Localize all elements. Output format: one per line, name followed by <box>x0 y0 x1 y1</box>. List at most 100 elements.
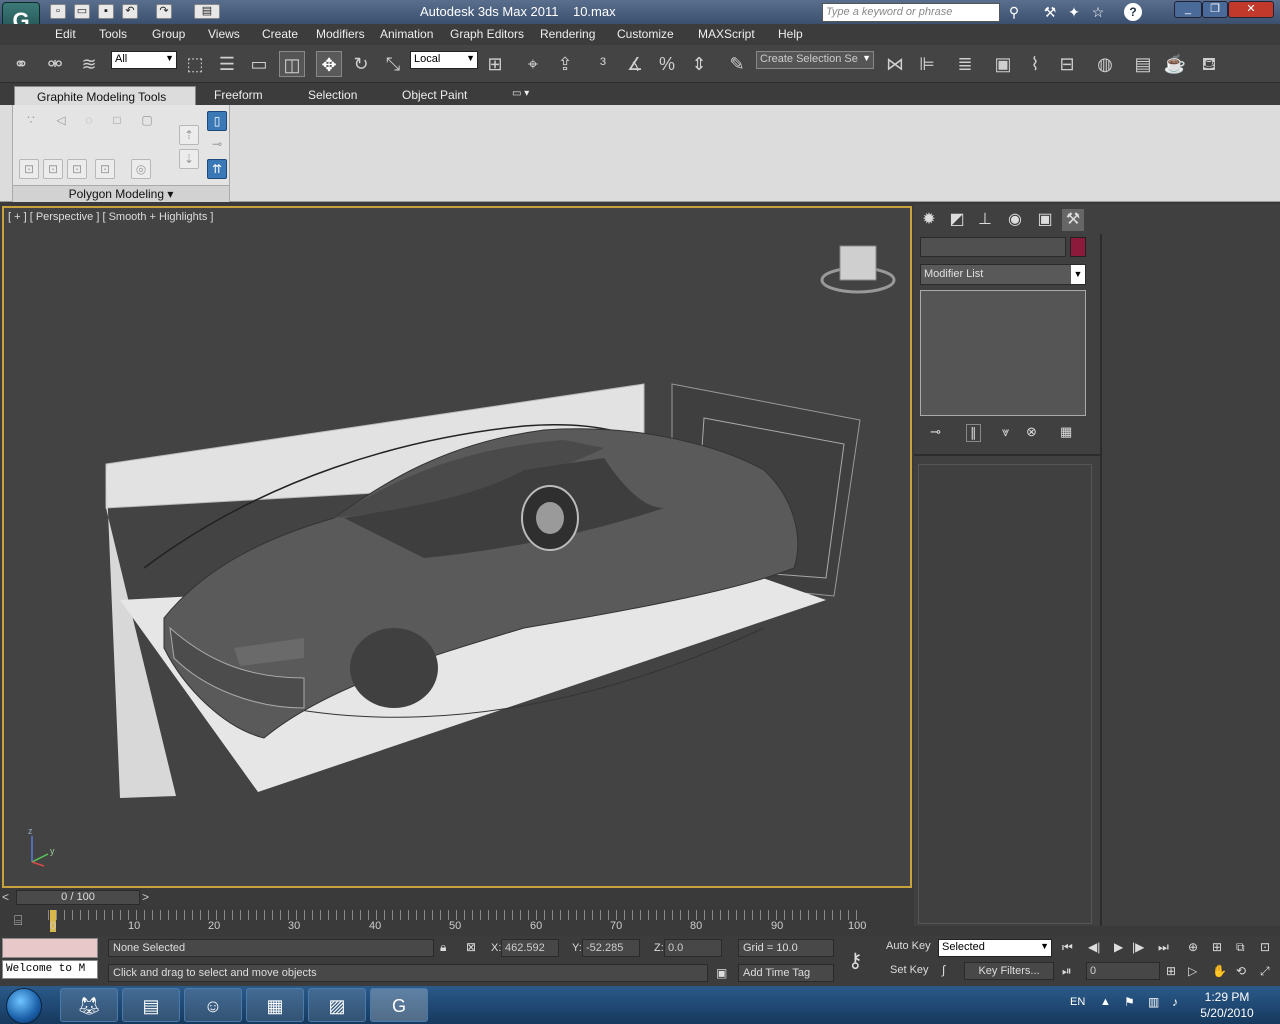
named-selection-dropdown[interactable]: Create Selection Se ▼ <box>756 51 874 69</box>
volume-icon[interactable]: ♪ <box>1172 995 1178 1009</box>
rectangular-selection-icon[interactable]: ▭ <box>246 51 272 77</box>
show-end-result-icon[interactable]: ∥ <box>966 424 981 442</box>
select-and-move-icon[interactable]: ✥ <box>316 51 342 77</box>
communication-center-icon[interactable]: ⚒ <box>1040 3 1060 21</box>
network-icon[interactable]: ▥ <box>1148 995 1159 1009</box>
maximize-button[interactable]: ❐ <box>1202 1 1228 18</box>
modifier-list-dropdown[interactable]: Modifier List ▼ <box>920 264 1086 285</box>
modify-tab-icon[interactable]: ◩ <box>946 209 968 231</box>
favorites-star-icon[interactable]: ☆ <box>1088 3 1108 21</box>
snaps-toggle-icon[interactable]: ³ <box>590 51 616 77</box>
modify-mode-icon[interactable]: ⊡ <box>19 159 39 179</box>
new-file-icon[interactable]: ▫ <box>50 4 66 19</box>
action-center-flag-icon[interactable]: ⚑ <box>1124 995 1135 1009</box>
menu-maxscript[interactable]: MAXScript <box>698 27 755 41</box>
start-button[interactable] <box>6 988 42 1024</box>
edge-mode-icon[interactable]: ◁ <box>51 111 71 131</box>
picture-viewer-icon[interactable]: ▨ <box>308 988 366 1022</box>
menu-graph-editors[interactable]: Graph Editors <box>450 27 524 41</box>
display-tab-icon[interactable]: ▣ <box>1034 209 1056 231</box>
open-file-icon[interactable]: ▭ <box>74 4 90 19</box>
remove-modifier-icon[interactable]: ⊗ <box>1026 424 1037 440</box>
menu-modifiers[interactable]: Modifiers <box>316 27 365 41</box>
menu-rendering[interactable]: Rendering <box>540 27 595 41</box>
play-icon[interactable]: ▶ <box>1114 940 1123 954</box>
prev-frame-arrow-icon[interactable]: < <box>2 890 9 904</box>
rendered-frame-window-icon[interactable]: ☕ <box>1162 51 1188 77</box>
minimize-button[interactable]: _ <box>1174 1 1202 18</box>
messenger-icon[interactable]: ☺ <box>184 988 242 1022</box>
select-and-manipulate-icon[interactable]: ⌖ <box>520 51 546 77</box>
menu-edit[interactable]: Edit <box>55 27 76 41</box>
calculator-icon[interactable]: ▦ <box>246 988 304 1022</box>
orbit-icon[interactable]: ⟲ <box>1236 964 1246 978</box>
bind-space-warp-icon[interactable]: ≋ <box>76 51 102 77</box>
align-icon[interactable]: ⊫ <box>914 51 940 77</box>
modifier-stack[interactable] <box>920 290 1086 416</box>
preview-subobject-icon[interactable]: ⊡ <box>95 159 115 179</box>
help-button[interactable]: ? <box>1124 3 1142 21</box>
border-mode-icon[interactable]: ◌ <box>79 111 99 131</box>
object-color-swatch[interactable] <box>1070 237 1086 257</box>
maxscript-listener-top[interactable] <box>2 938 98 958</box>
search-input[interactable]: Type a keyword or phrase <box>822 3 1000 22</box>
graphite-toggle-icon[interactable]: ▣ <box>990 51 1016 77</box>
menu-animation[interactable]: Animation <box>380 27 433 41</box>
menu-customize[interactable]: Customize <box>617 27 674 41</box>
panel-footer[interactable]: Polygon Modeling ▾ <box>13 185 229 202</box>
element-mode-icon[interactable]: ▢ <box>137 111 157 131</box>
render-production-icon[interactable]: ⛾ <box>1196 51 1222 77</box>
time-configuration-icon[interactable]: ⊞ <box>1166 964 1176 978</box>
spinner-snap-icon[interactable]: ⇕ <box>686 51 712 77</box>
zoom-icon[interactable]: ⊕ <box>1188 940 1198 954</box>
binoculars-icon[interactable]: ⚲ <box>1004 3 1024 21</box>
menu-create[interactable]: Create <box>262 27 298 41</box>
toggle-command-panel-icon[interactable]: ⇈ <box>207 159 227 179</box>
selection-filter-dropdown[interactable]: All ▼ <box>111 51 177 69</box>
maximize-viewport-icon[interactable]: ⤢ <box>1260 964 1270 979</box>
firefox-icon[interactable]: 🦊︎ <box>60 988 118 1022</box>
close-button[interactable]: ✕ <box>1228 1 1274 18</box>
previous-frame-icon[interactable]: ◀| <box>1088 940 1100 954</box>
angle-snap-icon[interactable]: ∡ <box>622 51 648 77</box>
tab-object-paint[interactable]: Object Paint <box>402 88 467 102</box>
language-indicator[interactable]: EN <box>1070 996 1085 1008</box>
render-setup-icon[interactable]: ▤ <box>1130 51 1156 77</box>
hierarchy-tab-icon[interactable]: ⊥ <box>974 209 996 231</box>
ignore-backfacing-icon[interactable]: ◎ <box>131 159 151 179</box>
show-hidden-icons-icon[interactable]: ▲ <box>1100 996 1111 1008</box>
menu-tools[interactable]: Tools <box>99 27 127 41</box>
modify-selection-icon[interactable]: ⊡ <box>43 159 63 179</box>
preview-off-icon[interactable]: ⊡ <box>67 159 87 179</box>
curve-editor-mini-icon[interactable]: ⌸ <box>14 912 22 929</box>
go-to-end-icon[interactable]: ⏭ <box>1158 940 1169 955</box>
x-coord-field[interactable]: 462.592 <box>501 939 559 957</box>
pin-stack-icon[interactable]: ⊸ <box>207 135 227 155</box>
polygon-mode-icon[interactable]: □ <box>107 111 127 131</box>
zoom-all-icon[interactable]: ⊞ <box>1212 940 1222 954</box>
tab-freeform[interactable]: Freeform <box>214 88 263 102</box>
time-slider[interactable]: 0 / 100 <box>16 890 140 905</box>
mirror-icon[interactable]: ⋈ <box>882 51 908 77</box>
create-tab-icon[interactable]: ✹ <box>918 209 940 231</box>
tab-graphite-modeling-tools[interactable]: Graphite Modeling Tools <box>14 86 196 105</box>
make-unique-icon[interactable]: ⩔ <box>1002 424 1009 440</box>
stack-down-icon[interactable]: ⇣ <box>179 149 199 169</box>
absolute-mode-icon[interactable]: ⊠ <box>466 940 476 954</box>
save-icon[interactable]: ▪ <box>98 4 114 19</box>
ribbon-options-icon[interactable]: ▭ ▾ <box>512 88 529 99</box>
auto-key-button[interactable]: Auto Key <box>886 940 931 962</box>
window-crossing-icon[interactable]: ◫ <box>279 51 305 77</box>
default-tangent-icon[interactable]: ∫ <box>942 963 945 977</box>
reference-coordinate-dropdown[interactable]: Local ▼ <box>410 51 478 69</box>
explorer-folder-icon[interactable]: ▤ <box>122 988 180 1022</box>
next-frame-icon[interactable]: |▶ <box>1132 940 1144 954</box>
satellite-icon[interactable]: ✦ <box>1064 3 1084 21</box>
percent-snap-icon[interactable]: % <box>654 51 680 77</box>
set-key-mode-key-icon[interactable]: ⚷ <box>848 948 863 973</box>
utilities-tab-icon[interactable]: ⚒ <box>1062 209 1084 231</box>
select-object-icon[interactable]: ⬚ <box>182 51 208 77</box>
track-bar[interactable]: ⌸ 0 10 20 30 40 50 60 70 80 90 100 <box>0 908 914 936</box>
undo-icon[interactable]: ↶ <box>122 4 138 19</box>
edit-named-selection-icon[interactable]: ✎ <box>724 51 750 77</box>
